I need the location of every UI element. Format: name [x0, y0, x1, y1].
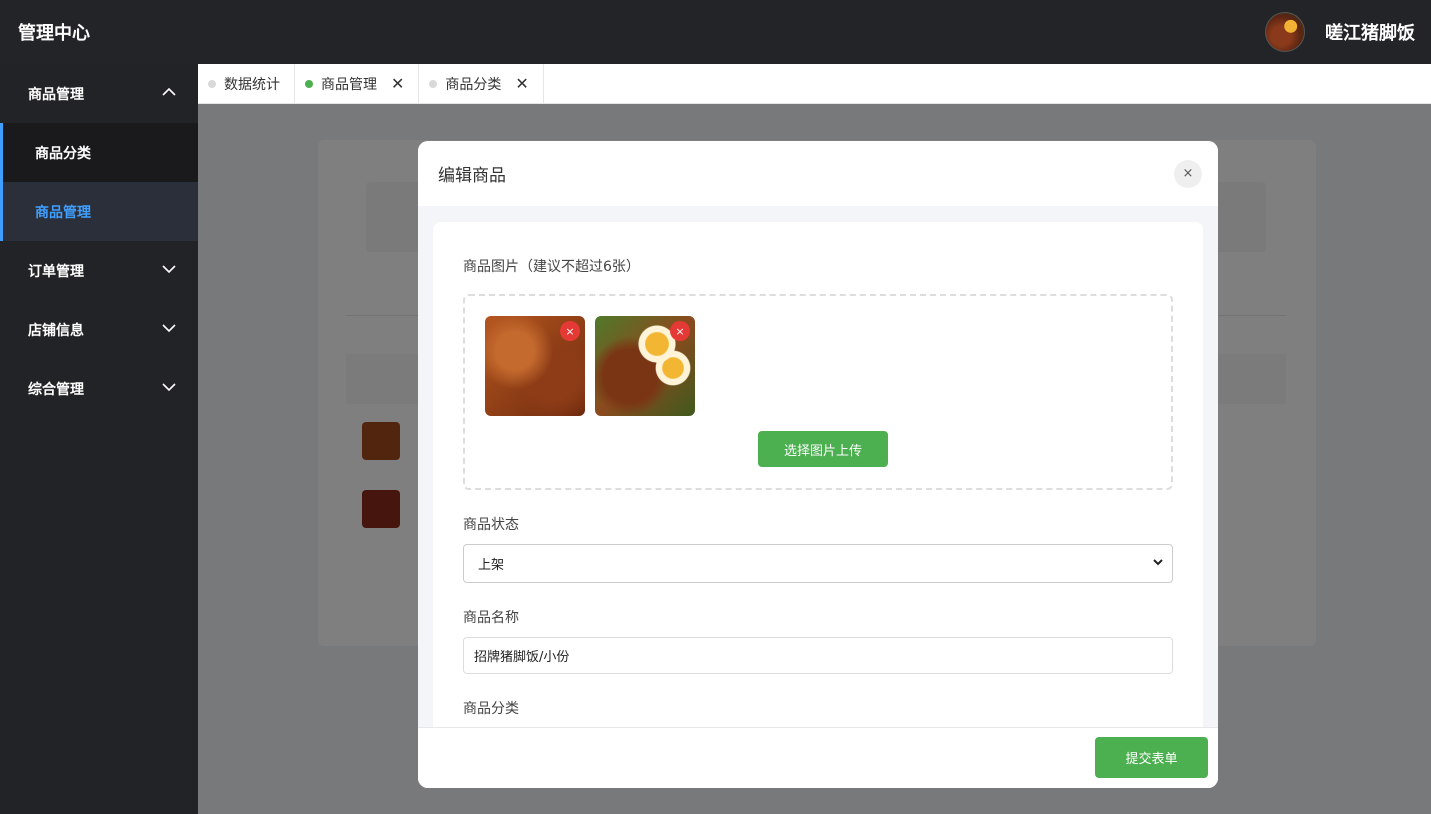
images-label: 商品图片（建议不超过6张） — [463, 259, 640, 275]
edit-goods-modal: 编辑商品 × 商品图片（建议不超过6张） × × 选择图片上传 商品状态 上架 … — [418, 141, 1218, 788]
sidebar-item-category[interactable]: 商品分类 — [0, 123, 198, 182]
status-label: 商品状态 — [463, 517, 519, 533]
app-title: 管理中心 — [18, 23, 90, 44]
upload-image-button[interactable]: 选择图片上传 — [758, 431, 888, 467]
sidebar-group-label: 商品管理 — [28, 86, 84, 103]
remove-image-button[interactable]: × — [670, 321, 690, 341]
tab-category[interactable]: 商品分类 ✕ — [419, 64, 544, 103]
sidebar-group-orders[interactable]: 订单管理 — [0, 241, 198, 300]
user-area[interactable]: 嗟江猪脚饭 — [1265, 12, 1415, 52]
submit-button[interactable]: 提交表单 — [1095, 737, 1208, 778]
sidebar-item-label: 商品管理 — [35, 204, 91, 221]
chevron-up-icon — [162, 85, 176, 103]
tab-label: 数据统计 — [224, 76, 280, 93]
tab-bar: 数据统计 商品管理 ✕ 商品分类 ✕ — [198, 64, 1431, 104]
sidebar-item-label: 商品分类 — [35, 145, 91, 162]
sidebar-group-goods[interactable]: 商品管理 — [0, 64, 198, 123]
remove-image-button[interactable]: × — [560, 321, 580, 341]
name-label: 商品名称 — [463, 610, 519, 626]
sidebar-group-shop[interactable]: 店铺信息 — [0, 300, 198, 359]
form-card: 商品图片（建议不超过6张） × × 选择图片上传 商品状态 上架 商品名称 招牌… — [433, 222, 1203, 732]
sidebar: 商品管理 商品分类 商品管理 订单管理 店铺信息 综合管理 — [0, 64, 198, 814]
tab-label: 商品分类 — [445, 76, 502, 93]
chevron-down-icon — [1152, 556, 1164, 571]
status-select-value: 上架 — [478, 558, 505, 573]
tab-goods[interactable]: 商品管理 ✕ — [295, 64, 420, 103]
goods-image: × — [595, 316, 695, 416]
goods-image: × — [485, 316, 585, 416]
close-icon[interactable]: ✕ — [515, 74, 528, 93]
category-label: 商品分类 — [463, 701, 519, 717]
top-bar: 管理中心 嗟江猪脚饭 — [0, 0, 1431, 64]
sidebar-group-general[interactable]: 综合管理 — [0, 359, 198, 418]
tab-statistics[interactable]: 数据统计 — [198, 64, 295, 103]
sidebar-group-label: 订单管理 — [28, 263, 84, 280]
tab-status-dot — [208, 79, 216, 88]
modal-title: 编辑商品 — [438, 166, 506, 186]
chevron-down-icon — [162, 262, 176, 280]
close-button[interactable]: × — [1174, 159, 1202, 188]
chevron-down-icon — [162, 380, 176, 398]
shop-name[interactable]: 嗟江猪脚饭 — [1325, 19, 1415, 45]
close-icon[interactable]: ✕ — [391, 74, 404, 93]
image-upload-area[interactable]: × × 选择图片上传 — [463, 294, 1173, 490]
name-input-value: 招牌猪脚饭/小份 — [474, 650, 570, 665]
tab-label: 商品管理 — [321, 76, 377, 93]
modal-header: 编辑商品 × — [418, 141, 1218, 206]
status-select[interactable]: 上架 — [463, 544, 1173, 583]
chevron-down-icon — [162, 321, 176, 339]
sidebar-group-label: 综合管理 — [28, 381, 84, 398]
sidebar-item-goods[interactable]: 商品管理 — [0, 182, 198, 241]
sidebar-group-label: 店铺信息 — [28, 322, 84, 339]
name-input[interactable]: 招牌猪脚饭/小份 — [463, 637, 1173, 674]
tab-status-dot — [429, 79, 438, 88]
avatar[interactable] — [1265, 12, 1305, 52]
tab-status-dot — [305, 79, 313, 88]
modal-footer: 提交表单 — [418, 727, 1218, 788]
